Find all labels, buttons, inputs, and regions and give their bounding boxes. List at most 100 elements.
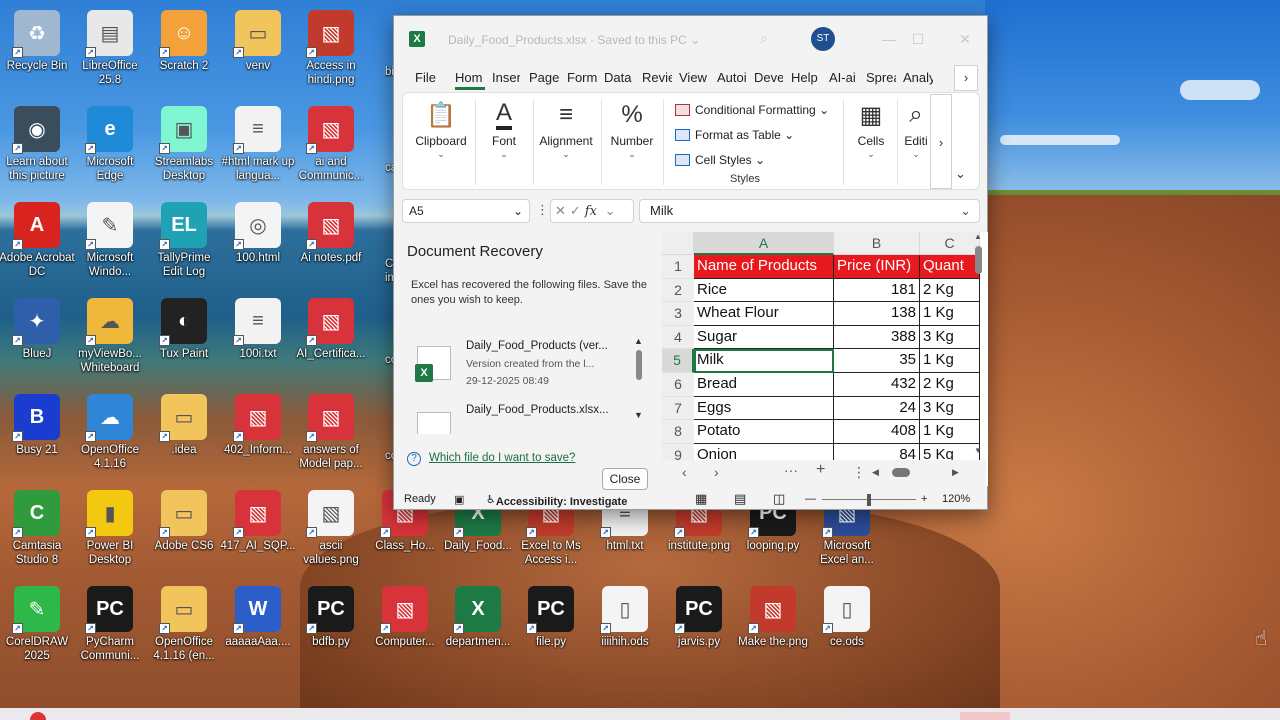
row-header[interactable]: 7 <box>662 396 694 421</box>
close-button[interactable]: Close <box>602 468 648 490</box>
maximize-icon[interactable]: ☐ <box>908 29 928 49</box>
spreadsheet-grid[interactable]: A B C 1 2 3 4 5 6 7 8 9 Name of Products… <box>662 232 988 486</box>
cell-c8[interactable]: 1 Kg <box>920 420 980 444</box>
tab-review[interactable]: Revie <box>642 68 672 90</box>
cell-a3[interactable]: Wheat Flour <box>694 302 834 326</box>
horizontal-scrollbar-thumb[interactable] <box>892 468 910 477</box>
cell-a6[interactable]: Bread <box>694 373 834 397</box>
cell-a8[interactable]: Potato <box>694 420 834 444</box>
excel-window[interactable]: X Daily_Food_Products.xlsx · Saved to th… <box>393 15 988 510</box>
column-header-a[interactable]: A <box>694 232 834 255</box>
cell-b6[interactable]: 432 <box>834 373 920 397</box>
cell-b2[interactable]: 181 <box>834 278 920 303</box>
desktop-icon[interactable]: ✎ ↗ CorelDRAW 2025 <box>0 586 75 663</box>
cell-a1[interactable]: Name of Products <box>694 255 834 279</box>
desktop-icon[interactable]: ▭ ↗ .idea <box>146 394 222 457</box>
close-icon[interactable]: ✕ <box>955 29 975 49</box>
cell-c6[interactable]: 2 Kg <box>920 373 980 397</box>
scroll-up-icon[interactable]: ▲ <box>974 232 982 241</box>
title-bar[interactable]: X Daily_Food_Products.xlsx · Saved to th… <box>394 16 987 64</box>
zoom-in-icon[interactable]: + <box>921 493 927 505</box>
tab-home[interactable]: Hom <box>455 68 485 90</box>
format-as-table-button[interactable]: Format as Table ⌄ <box>675 128 794 142</box>
sheet-options-icon[interactable]: ⋮ <box>852 464 866 481</box>
scroll-left-icon[interactable]: ◀ <box>872 467 879 478</box>
tab-developer[interactable]: Deve <box>754 68 783 90</box>
desktop-icon[interactable]: B ↗ Busy 21 <box>0 394 75 457</box>
zoom-out-icon[interactable]: — <box>805 493 816 505</box>
row-header[interactable]: 5 <box>662 349 694 373</box>
conditional-formatting-button[interactable]: Conditional Formatting ⌄ <box>675 103 829 117</box>
desktop-icon[interactable]: ▮ ↗ Power BI Desktop <box>72 490 148 567</box>
cell-a5-selected[interactable]: Milk <box>694 349 834 373</box>
desktop-icon[interactable]: ▤ ↗ LibreOffice 25.8 <box>72 10 148 87</box>
previous-sheet-icon[interactable]: ‹ <box>682 464 687 480</box>
cell-b7[interactable]: 24 <box>834 396 920 421</box>
cell-b5[interactable]: 35 <box>834 349 920 373</box>
collapse-ribbon-icon[interactable]: ⌄ <box>955 166 966 182</box>
tab-file[interactable]: File <box>415 68 437 90</box>
desktop-icon[interactable]: ◉ ↗ Learn about this picture <box>0 106 75 183</box>
search-icon[interactable]: ⌕ <box>760 30 776 46</box>
desktop-icon[interactable]: ☺ ↗ Scratch 2 <box>146 10 222 73</box>
cell-c2[interactable]: 2 Kg <box>920 278 980 303</box>
more-options-icon[interactable]: ⋮ <box>536 202 549 218</box>
normal-view-icon[interactable]: ▦ <box>695 491 707 507</box>
row-header[interactable]: 4 <box>662 325 694 350</box>
cell-c4[interactable]: 3 Kg <box>920 325 980 350</box>
desktop-icon[interactable]: ▧ ↗ 417_AI_SQP... <box>220 490 296 553</box>
desktop-icon[interactable]: ✎ ↗ Microsoft Windo... <box>72 202 148 279</box>
desktop-icon[interactable]: ▧ ↗ Computer... <box>367 586 443 649</box>
column-header-c[interactable]: C <box>920 232 980 255</box>
tab-ai[interactable]: AI-ai <box>829 68 858 90</box>
tab-data[interactable]: Data <box>604 68 632 90</box>
add-sheet-icon[interactable]: + <box>816 461 825 479</box>
scroll-up-icon[interactable]: ▲ <box>634 336 643 346</box>
minimize-icon[interactable]: — <box>879 29 899 49</box>
cell-b1[interactable]: Price (INR) <box>834 255 920 279</box>
desktop-icon[interactable]: ▯ ↗ ce.ods <box>809 586 885 649</box>
desktop-icon[interactable]: ≡ ↗ 100i.txt <box>220 298 296 361</box>
desktop-icon[interactable]: ◎ ↗ 100.html <box>220 202 296 265</box>
cells-group[interactable]: ▦ Cells ⌄ <box>847 99 895 160</box>
cell-c1[interactable]: Quant <box>920 255 980 279</box>
desktop-icon[interactable]: ◐ ↗ Tux Paint <box>146 298 222 361</box>
scrollbar-thumb[interactable] <box>975 246 982 274</box>
recovery-scrollbar-thumb[interactable] <box>636 350 642 380</box>
scroll-down-icon[interactable]: ▼ <box>974 446 982 455</box>
tab-page-layout[interactable]: Page <box>529 68 559 90</box>
row-header[interactable]: 1 <box>662 255 694 279</box>
row-header[interactable]: 8 <box>662 420 694 444</box>
desktop-icon[interactable]: ☁ ↗ myViewBo... Whiteboard <box>72 298 148 375</box>
more-tabs-button[interactable]: › <box>954 65 978 91</box>
desktop-icon[interactable]: ▧ ↗ ai and Communic... <box>293 106 369 183</box>
zoom-slider-handle[interactable] <box>867 494 871 506</box>
font-group[interactable]: A Font ⌄ <box>479 99 529 160</box>
recovered-file-item[interactable]: Daily_Food_Products.xlsx... <box>414 404 636 434</box>
formula-buttons[interactable]: ✕✓fx ⌄ <box>550 199 634 223</box>
desktop-icon[interactable]: A ↗ Adobe Acrobat DC <box>0 202 75 279</box>
cell-c7[interactable]: 3 Kg <box>920 396 980 421</box>
row-header[interactable]: 6 <box>662 373 694 397</box>
desktop-icon[interactable]: ▣ ↗ Streamlabs Desktop <box>146 106 222 183</box>
accessibility-status[interactable]: ♿ Accessibility: Investigate <box>486 493 627 508</box>
desktop-icon[interactable]: ▧ ↗ AI_Certifica... <box>293 298 369 361</box>
desktop-icon[interactable]: ▭ ↗ venv <box>220 10 296 73</box>
name-box[interactable]: A5 ⌄ <box>402 199 530 223</box>
tab-help[interactable]: Help <box>791 68 821 90</box>
desktop-icon[interactable]: ▭ ↗ OpenOffice 4.1.16 (en... <box>146 586 222 663</box>
column-header-b[interactable]: B <box>834 232 920 255</box>
desktop-icon[interactable]: ▧ ↗ answers of Model pap... <box>293 394 369 471</box>
tab-automate[interactable]: Autoi <box>717 68 746 90</box>
desktop-icon[interactable]: W ↗ aaaaaAaa.... <box>220 586 296 649</box>
scroll-down-icon[interactable]: ▼ <box>634 410 643 420</box>
desktop-icon[interactable]: ▧ ↗ 402_Inform... <box>220 394 296 457</box>
desktop-icon[interactable]: ▭ ↗ Adobe CS6 <box>146 490 222 553</box>
editing-group[interactable]: ⌕ Editi ⌄ <box>899 99 933 160</box>
formula-input[interactable]: Milk ⌄ <box>639 199 980 223</box>
cell-styles-button[interactable]: Cell Styles ⌄ <box>675 153 765 167</box>
cell-a2[interactable]: Rice <box>694 278 834 303</box>
cell-a7[interactable]: Eggs <box>694 396 834 421</box>
recovered-file-item[interactable]: X Daily_Food_Products (ver... Version cr… <box>414 340 636 390</box>
tab-formulas[interactable]: Form <box>567 68 597 90</box>
